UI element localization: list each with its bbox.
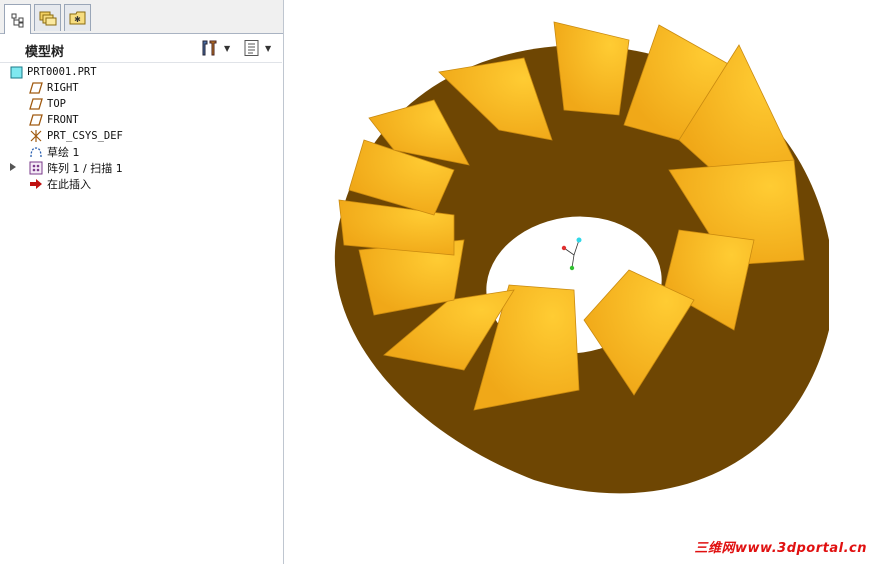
tree-item-label: RIGHT (47, 82, 79, 94)
datum-plane-icon (29, 81, 43, 95)
tools-icon (202, 40, 217, 56)
tree-item-label: PRT_CSYS_DEF (47, 130, 123, 142)
tree-item-label: 在此插入 (47, 178, 91, 191)
tree-icon (11, 13, 23, 27)
favorites-tab[interactable]: ✱ (64, 4, 91, 31)
tree-item-label: 草绘 1 (47, 146, 80, 159)
tree-item-sketch[interactable]: 草绘 1 (29, 144, 80, 160)
tree-item-csys[interactable]: PRT_CSYS_DEF (29, 128, 123, 144)
insert-arrow-icon (29, 177, 43, 191)
csys-icon (29, 129, 43, 143)
tree-item-label: 阵列 1 / 扫描 1 (47, 162, 123, 175)
star-folder-icon: ✱ (69, 11, 85, 25)
datum-plane-icon (29, 113, 43, 127)
model-tree-panel: ✱ 模型树 ▼ ▼ PRT0001.PRT RIGHT TOP FRONT PR… (0, 0, 284, 564)
expand-arrow-icon[interactable] (10, 163, 16, 171)
csys-x-dot (561, 245, 567, 251)
layers-tab[interactable] (34, 4, 61, 31)
gear-tooth (553, 21, 630, 116)
pattern-icon (29, 161, 43, 175)
tree-item-label: FRONT (47, 114, 79, 126)
tree-item-top[interactable]: TOP (29, 96, 66, 112)
tree-item-part[interactable]: PRT0001.PRT (9, 64, 97, 80)
tree-item-label: PRT0001.PRT (27, 66, 97, 78)
graphics-viewport[interactable]: 三维网www.3dportal.cn (284, 0, 885, 564)
model-tree-header: 模型树 ▼ ▼ (0, 34, 282, 63)
tree-item-pattern[interactable]: 阵列 1 / 扫描 1 (10, 160, 123, 176)
tree-settings-button[interactable]: ▼ (200, 39, 230, 57)
watermark: 三维网www.3dportal.cn (694, 541, 867, 556)
csys-z-dot (576, 237, 582, 243)
list-settings-icon (244, 40, 259, 56)
sketch-icon (29, 145, 43, 159)
tree-show-button[interactable]: ▼ (243, 39, 271, 57)
navigator-tabbar: ✱ (0, 0, 283, 34)
chevron-down-icon: ▼ (265, 43, 272, 53)
svg-text:✱: ✱ (74, 15, 81, 24)
gear-model[interactable] (284, 0, 885, 564)
folders-icon (39, 11, 56, 26)
part-icon (9, 65, 23, 79)
datum-plane-icon (29, 97, 43, 111)
model-tree-title: 模型树 (25, 45, 65, 60)
tree-item-insert-here[interactable]: 在此插入 (29, 176, 91, 192)
csys-y-dot (569, 265, 575, 271)
chevron-down-icon: ▼ (224, 43, 231, 53)
tree-item-right[interactable]: RIGHT (29, 80, 79, 96)
model-tree-tab[interactable] (4, 4, 31, 34)
tree-item-front[interactable]: FRONT (29, 112, 79, 128)
tree-item-label: TOP (47, 98, 66, 110)
